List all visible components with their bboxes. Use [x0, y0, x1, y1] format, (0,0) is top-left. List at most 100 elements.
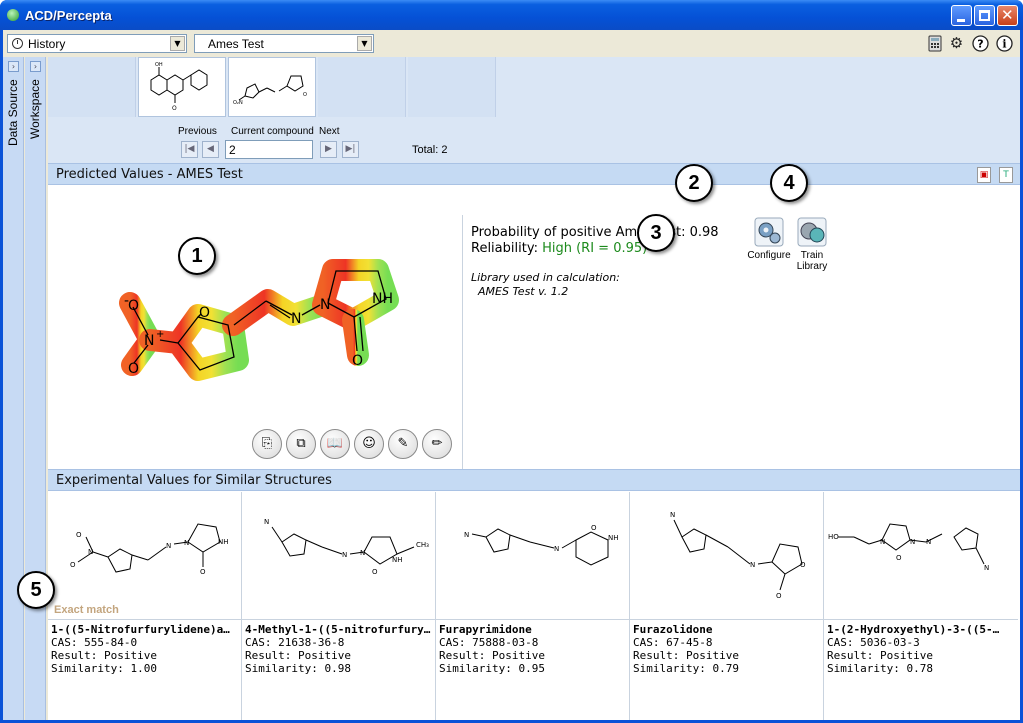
svg-text:OH: OH: [155, 62, 163, 68]
compound-cas: CAS: 75888-03-8: [439, 636, 539, 649]
first-button[interactable]: |◀: [181, 141, 198, 158]
compound-name: Furapyrimidone: [439, 623, 532, 636]
svg-text:O: O: [70, 561, 76, 569]
structure-image: N N O O: [670, 511, 806, 600]
top-toolbar: History ▼ Ames Test ▼ ⚙ ? i: [3, 30, 1020, 56]
chevron-down-icon[interactable]: ▼: [170, 36, 185, 51]
thumbnail-empty: [318, 57, 406, 117]
thumbnail-strip: O OH O₂N O: [48, 57, 496, 117]
flavone-structure-icon: O OH: [150, 62, 208, 112]
compound-name: Furazolidone: [633, 623, 713, 636]
exact-match-label: Exact match: [54, 604, 119, 616]
edit-button[interactable]: ✎: [388, 429, 418, 459]
compound-name: 1-(2-Hydroxyethyl)-3-((5-…: [827, 623, 1000, 636]
pencil-button[interactable]: ✏: [422, 429, 452, 459]
callout-4: 4: [770, 164, 808, 202]
train-label-line2: Library: [796, 261, 828, 272]
structure-image: HON N NNO: [828, 523, 989, 572]
minimize-icon: [957, 19, 965, 22]
title-bar[interactable]: ACD/Percepta ✕: [0, 0, 1023, 30]
compound-cas: CAS: 555-84-0: [51, 636, 138, 649]
copy-text-icon[interactable]: T: [999, 167, 1013, 183]
svg-text:O: O: [172, 105, 177, 112]
copy-image-button[interactable]: ⧉: [286, 429, 316, 459]
structure-image: N N N NH CH₃ O: [264, 518, 429, 576]
close-button[interactable]: ✕: [997, 5, 1018, 26]
svg-text:N: N: [184, 539, 189, 547]
smiley-button[interactable]: ☺: [354, 429, 384, 459]
train-label-line1: Train: [800, 250, 824, 261]
previous-button[interactable]: ◀: [202, 141, 219, 158]
card-divider: [436, 619, 630, 620]
thumbnail-empty: [408, 57, 496, 117]
maximize-icon: [979, 10, 990, 21]
main-area: O OH O₂N O Previous Current compound Nex…: [48, 57, 1020, 720]
svg-text:O: O: [200, 568, 206, 576]
svg-text:O: O: [372, 568, 378, 576]
thumbnail-compound-2[interactable]: O₂N O: [228, 57, 316, 117]
svg-text:O: O: [76, 531, 82, 539]
history-select[interactable]: History ▼: [7, 34, 187, 53]
card-divider: [824, 619, 1018, 620]
app-icon: [7, 9, 19, 21]
predicted-values-title: Predicted Values - AMES Test: [56, 167, 243, 182]
data-source-panel-tab[interactable]: › Data Source: [3, 57, 24, 720]
last-button[interactable]: ▶|: [342, 141, 359, 158]
test-select-value: Ames Test: [208, 37, 264, 51]
similar-card[interactable]: N N O O Furazolidone CAS: 67-45-8 Result: P…: [630, 492, 824, 720]
compound-result: Result: Positive: [827, 649, 933, 662]
train-library-button[interactable]: [797, 217, 827, 247]
similar-card[interactable]: O N O N N NH O Exact match 1-((5-Nitrofurfury…: [48, 492, 242, 720]
configure-gear-icon: [754, 217, 784, 247]
chevron-down-icon[interactable]: ▼: [357, 36, 372, 51]
expand-icon[interactable]: ›: [8, 61, 19, 72]
previous-label: Previous: [178, 126, 217, 137]
similar-card[interactable]: N N O NH Furapyrimidone CAS: 75888-03-8 Res…: [436, 492, 630, 720]
reliability-value: High (RI = 0.95): [542, 241, 648, 256]
similar-structures-title: Experimental Values for Similar Structur…: [56, 473, 332, 488]
info-icon[interactable]: i: [996, 35, 1013, 52]
svg-text:N: N: [880, 538, 885, 546]
svg-text:N: N: [750, 561, 755, 569]
compound-similarity: Similarity: 0.95: [439, 662, 545, 675]
similar-info: Furapyrimidone CAS: 75888-03-8 Result: P…: [439, 623, 627, 675]
reliability-line: Reliability: High (RI = 0.95): [471, 241, 647, 256]
minimize-button[interactable]: [951, 5, 972, 26]
gear-icon[interactable]: ⚙: [948, 35, 965, 52]
library-value: AMES Test v. 1.2: [478, 285, 569, 298]
atom-label: O: [128, 298, 139, 314]
test-select[interactable]: Ames Test ▼: [194, 34, 374, 53]
calculator-icon[interactable]: [926, 35, 943, 52]
configure-button[interactable]: [754, 217, 784, 247]
maximize-button[interactable]: [974, 5, 995, 26]
train-library-icon: [797, 217, 827, 247]
thumbnail-compound-1[interactable]: O OH: [138, 57, 226, 117]
expand-icon[interactable]: ›: [30, 61, 41, 72]
help-icon[interactable]: ?: [972, 35, 989, 52]
svg-text:CH₃: CH₃: [416, 541, 429, 549]
similar-card[interactable]: HO N N N N O 1-(2-Hydroxyethyl)-3-((5-… CAS: …: [824, 492, 1018, 720]
svg-text:N: N: [464, 531, 469, 539]
current-compound-input[interactable]: [225, 140, 313, 159]
next-button[interactable]: ▶: [320, 141, 337, 158]
copy-structure-button[interactable]: ⎘: [252, 429, 282, 459]
train-library-label[interactable]: Train Library: [789, 250, 835, 272]
reliability-label: Reliability:: [471, 241, 538, 256]
prediction-panel: Probability of positive Ames test: 0.98 …: [464, 215, 1020, 469]
svg-text:N: N: [342, 551, 347, 559]
configure-label[interactable]: Configure: [742, 250, 796, 261]
open-book-button[interactable]: 📖: [320, 429, 350, 459]
thumbnail-empty: [48, 57, 136, 117]
similar-card[interactable]: N N N NH CH₃ O 4-Methyl-1-((5-nitrofurfury… C…: [242, 492, 436, 720]
client-area: History ▼ Ames Test ▼ ⚙ ? i › Data Sourc…: [3, 30, 1020, 720]
compound-similarity: Similarity: 0.98: [245, 662, 351, 675]
svg-text:NH: NH: [392, 556, 403, 564]
svg-text:N: N: [360, 549, 365, 557]
svg-text:N: N: [910, 538, 915, 546]
pdf-export-icon[interactable]: ▣: [977, 167, 991, 183]
callout-5: 5: [17, 571, 55, 609]
compound-name: 1-((5-Nitrofurfurylidene)a…: [51, 623, 230, 636]
app-window: ACD/Percepta ✕ History ▼ Ames Test ▼ ⚙ ?: [0, 0, 1023, 723]
svg-text:N: N: [670, 511, 675, 519]
workspace-panel-tab[interactable]: › Workspace: [25, 57, 46, 720]
